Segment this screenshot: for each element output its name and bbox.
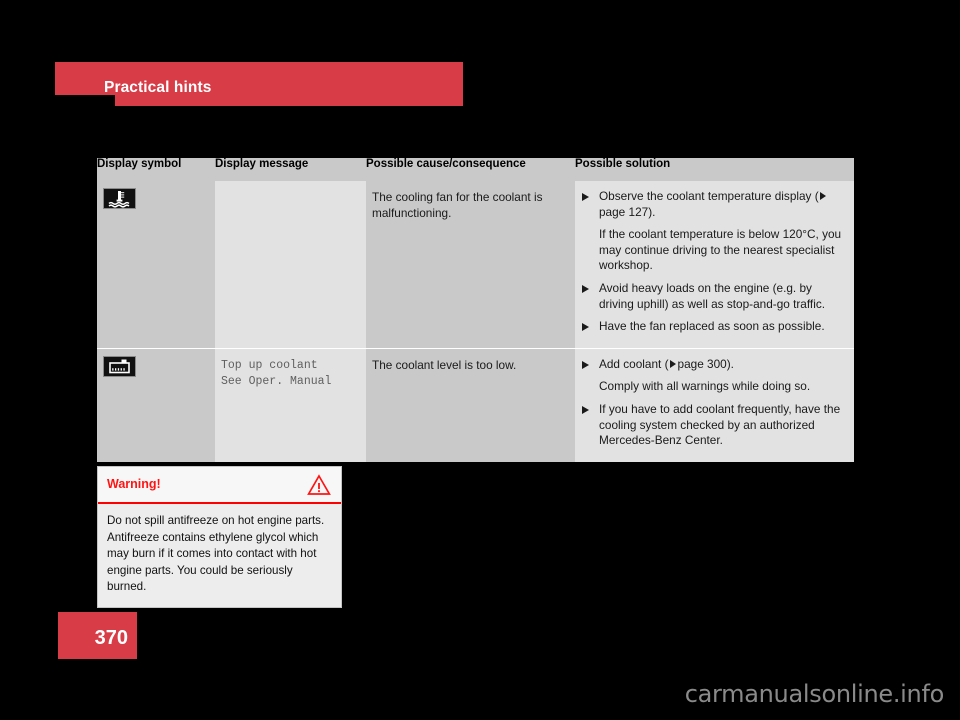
table-row: Top up coolant See Oper. Manual The cool… — [97, 347, 854, 462]
list-item: If the coolant temperature is below 120°… — [599, 227, 842, 273]
chapter-title: Practical hints — [104, 79, 212, 96]
solution-text: If you have to add coolant frequently, h… — [599, 401, 841, 448]
page-reference-label[interactable]: page 127 — [599, 205, 648, 219]
coolant-temperature-warning-icon — [103, 188, 136, 209]
list-item: Avoid heavy loads on the engine (e.g. by… — [581, 281, 848, 312]
cell-possible-cause: The coolant level is too low. — [366, 347, 575, 462]
bullet-triangle-icon — [582, 193, 589, 201]
solution-list: Observe the coolant temperature display … — [575, 181, 854, 348]
solution-text-after: ). — [726, 356, 734, 371]
site-watermark: carmanualsonline.info — [684, 680, 945, 708]
warning-header: Warning! — [98, 467, 341, 504]
cell-display-message — [215, 181, 366, 349]
list-item: Observe the coolant temperature display … — [581, 189, 848, 220]
list-item: Have the fan replaced as soon as possibl… — [581, 319, 848, 335]
warning-title: Warning! — [107, 477, 161, 491]
table-header-row: Display symbol Display message Possible … — [97, 158, 854, 181]
solution-text: Have the fan replaced as soon as possibl… — [599, 319, 825, 334]
table-row: The cooling fan for the coolant is malfu… — [97, 181, 854, 349]
page-reference-label[interactable]: page 300 — [678, 357, 727, 371]
cell-possible-cause: The cooling fan for the coolant is malfu… — [366, 181, 575, 349]
cell-possible-solution: Observe the coolant temperature display … — [575, 181, 854, 349]
cell-display-message: Top up coolant See Oper. Manual — [215, 347, 366, 462]
list-item: Add coolant ( page 300). — [581, 357, 848, 373]
warning-box: Warning! Do not spill antifreeze on hot … — [97, 466, 342, 608]
bullet-triangle-icon — [582, 323, 589, 332]
column-header-display-symbol: Display symbol — [97, 158, 215, 181]
bullet-triangle-icon — [582, 360, 589, 369]
list-item: If you have to add coolant frequently, h… — [581, 402, 848, 449]
coolant-level-warning-icon — [103, 355, 136, 377]
cell-possible-solution: Add coolant ( page 300). Comply with all … — [575, 347, 854, 462]
warning-body-text: Do not spill antifreeze on hot engine pa… — [107, 514, 325, 593]
chapter-banner-notch — [55, 95, 115, 106]
column-header-display-message: Display message — [215, 158, 366, 181]
column-header-possible-solution: Possible solution — [575, 158, 854, 181]
solution-list: Add coolant ( page 300). Comply with all … — [575, 349, 854, 462]
bullet-triangle-icon — [582, 405, 589, 414]
page-number: 370 — [94, 627, 128, 649]
page-reference-icon — [669, 359, 676, 368]
cell-display-symbol — [97, 347, 215, 462]
list-item: Comply with all warnings while doing so. — [599, 379, 811, 394]
solution-text: Avoid heavy loads on the engine (e.g. by… — [599, 280, 825, 311]
column-header-possible-cause: Possible cause/consequence — [366, 158, 575, 181]
bullet-triangle-icon — [582, 284, 589, 293]
page-number-block: 370 — [58, 612, 137, 659]
page-reference-icon — [819, 192, 826, 200]
solution-text-before: Add coolant ( — [599, 356, 669, 371]
fault-code-table: Display symbol Display message Possible … — [97, 158, 854, 462]
warning-triangle-icon — [307, 474, 331, 501]
cell-display-symbol — [97, 181, 215, 349]
solution-text-after: ). — [648, 204, 656, 219]
solution-text-before: Observe the coolant temperature display … — [599, 189, 819, 203]
